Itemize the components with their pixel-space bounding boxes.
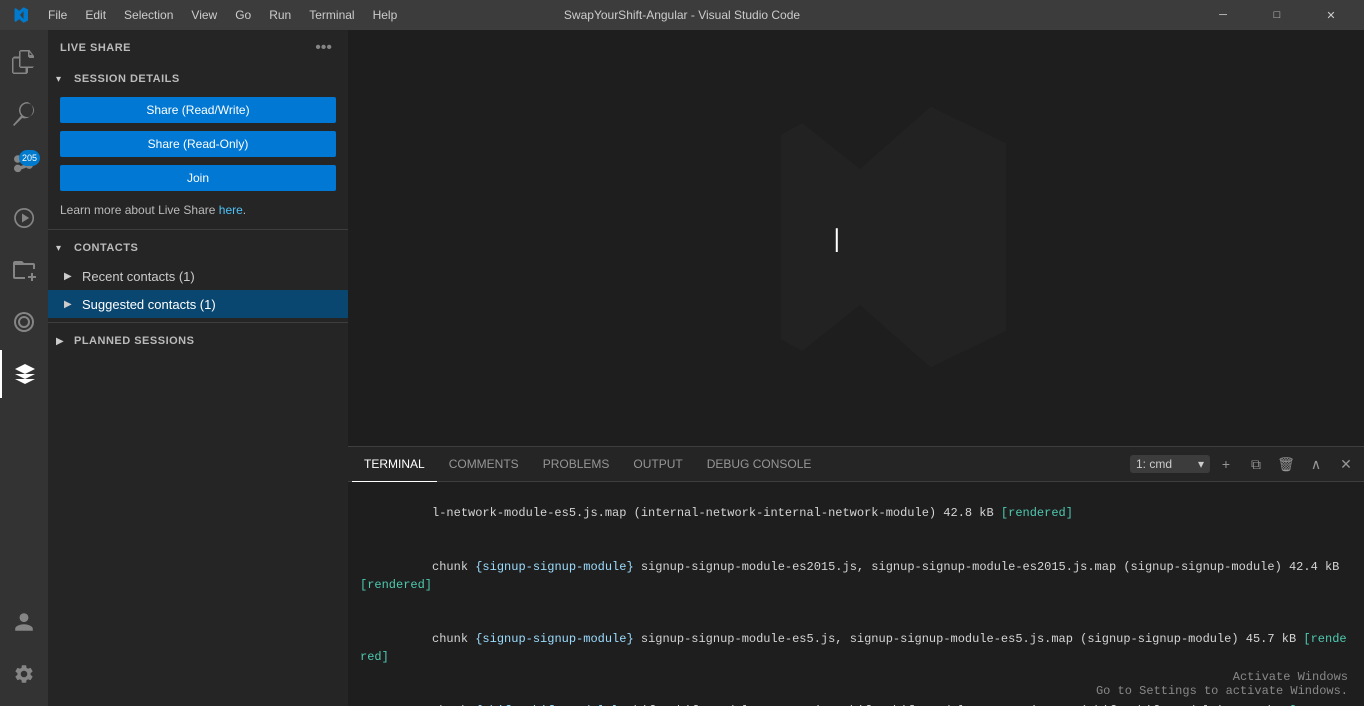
tab-terminal[interactable]: TERMINAL bbox=[352, 447, 437, 482]
activate-windows-line2: Go to Settings to activate Windows. bbox=[1096, 684, 1348, 698]
here-link[interactable]: here bbox=[219, 203, 243, 217]
menu-selection[interactable]: Selection bbox=[116, 6, 181, 24]
tab-problems[interactable]: PROBLEMS bbox=[531, 447, 622, 482]
trash-terminal-button[interactable]: 🗑 bbox=[1272, 452, 1300, 476]
term-line-0: l-network-module-es5.js.map (internal-ne… bbox=[360, 486, 1352, 540]
contacts-title: CONTACTS bbox=[74, 242, 138, 254]
terminal-panel: TERMINAL COMMENTS PROBLEMS OUTPUT DEBUG … bbox=[348, 446, 1364, 706]
menu-edit[interactable]: Edit bbox=[77, 6, 114, 24]
recent-contacts-item[interactable]: ▶ Recent contacts (1) bbox=[48, 262, 348, 290]
menu-help[interactable]: Help bbox=[365, 6, 406, 24]
recent-contacts-label: Recent contacts (1) bbox=[82, 269, 195, 284]
liveshare-activity-icon[interactable] bbox=[0, 350, 48, 398]
panel-more-button[interactable]: ••• bbox=[311, 37, 336, 59]
window-title: SwapYourShift-Angular - Visual Studio Co… bbox=[564, 8, 800, 22]
source-control-badge: 205 bbox=[19, 150, 40, 166]
menu-bar: File Edit Selection View Go Run Terminal… bbox=[40, 6, 405, 24]
panel-actions: ••• bbox=[311, 37, 336, 59]
activate-windows-line1: Activate Windows bbox=[1096, 670, 1348, 684]
terminal-instance-dropdown[interactable]: 1: cmd ▾ bbox=[1130, 455, 1210, 473]
tab-output[interactable]: OUTPUT bbox=[621, 447, 694, 482]
activate-windows-notice: Activate Windows Go to Settings to activ… bbox=[1096, 670, 1348, 698]
share-read-only-button[interactable]: Share (Read-Only) bbox=[60, 131, 336, 157]
terminal-close-button[interactable]: ✕ bbox=[1332, 452, 1360, 476]
extensions-activity-icon[interactable] bbox=[0, 246, 48, 294]
activity-bar: 205 bbox=[0, 30, 48, 706]
split-terminal-button[interactable]: ⧉ bbox=[1242, 452, 1270, 476]
search-activity-icon[interactable] bbox=[0, 90, 48, 138]
menu-terminal[interactable]: Terminal bbox=[301, 6, 362, 24]
section-divider bbox=[48, 229, 348, 230]
maximize-button[interactable]: □ bbox=[1254, 0, 1300, 30]
session-details-chevron-icon: ▾ bbox=[56, 74, 70, 85]
live-share-panel-header: LIVE SHARE ••• bbox=[48, 30, 348, 65]
window-controls: ─ □ ✕ bbox=[1200, 0, 1354, 30]
planned-sessions-chevron-icon: ▶ bbox=[56, 336, 70, 347]
settings-activity-icon[interactable] bbox=[0, 650, 48, 698]
explorer-activity-icon[interactable] bbox=[0, 38, 48, 86]
recent-contacts-chevron-icon: ▶ bbox=[64, 271, 78, 282]
tab-debug-console[interactable]: DEBUG CONSOLE bbox=[695, 447, 824, 482]
session-details-title: SESSION DETAILS bbox=[74, 73, 180, 85]
menu-view[interactable]: View bbox=[183, 6, 225, 24]
menu-go[interactable]: Go bbox=[227, 6, 259, 24]
session-details-header[interactable]: ▾ SESSION DETAILS bbox=[48, 65, 348, 93]
sidebar: LIVE SHARE ••• ▾ SESSION DETAILS Share (… bbox=[48, 30, 348, 706]
terminal-body[interactable]: l-network-module-es5.js.map (internal-ne… bbox=[348, 482, 1364, 706]
close-button[interactable]: ✕ bbox=[1308, 0, 1354, 30]
contacts-section-header[interactable]: ▾ CONTACTS bbox=[48, 234, 348, 262]
terminal-instance-label: 1: cmd bbox=[1136, 457, 1172, 471]
editor-content: ▏ bbox=[348, 30, 1364, 446]
vscode-watermark-icon bbox=[706, 87, 1006, 390]
planned-section-divider bbox=[48, 322, 348, 323]
run-activity-icon[interactable] bbox=[0, 194, 48, 242]
planned-sessions-title: PLANNED SESSIONS bbox=[74, 335, 194, 347]
title-bar: File Edit Selection View Go Run Terminal… bbox=[0, 0, 1364, 30]
editor-area: ▏ TERMINAL COMMENTS PROBLEMS OUTPUT DEBU… bbox=[348, 30, 1364, 706]
term-line-1: chunk {signup-signup-module} signup-sign… bbox=[360, 540, 1352, 612]
menu-run[interactable]: Run bbox=[261, 6, 299, 24]
source-control-activity-icon[interactable]: 205 bbox=[0, 142, 48, 190]
minimize-button[interactable]: ─ bbox=[1200, 0, 1246, 30]
tab-comments[interactable]: COMMENTS bbox=[437, 447, 531, 482]
activity-bar-bottom bbox=[0, 598, 48, 706]
planned-sessions-header[interactable]: ▶ PLANNED SESSIONS bbox=[48, 327, 348, 355]
add-terminal-button[interactable]: + bbox=[1212, 452, 1240, 476]
dropdown-chevron-icon: ▾ bbox=[1198, 457, 1204, 471]
vscode-logo-icon bbox=[10, 6, 28, 24]
account-activity-icon[interactable] bbox=[0, 598, 48, 646]
suggested-contacts-chevron-icon: ▶ bbox=[64, 299, 78, 310]
remote-activity-icon[interactable] bbox=[0, 298, 48, 346]
join-button[interactable]: Join bbox=[60, 165, 336, 191]
share-read-write-button[interactable]: Share (Read/Write) bbox=[60, 97, 336, 123]
live-share-title: LIVE SHARE bbox=[60, 42, 131, 54]
menu-file[interactable]: File bbox=[40, 6, 75, 24]
contacts-chevron-icon: ▾ bbox=[56, 243, 70, 254]
terminal-up-button[interactable]: ∧ bbox=[1302, 452, 1330, 476]
learn-more-text: Learn more about Live Share here. bbox=[48, 195, 348, 225]
suggested-contacts-label: Suggested contacts (1) bbox=[82, 297, 216, 312]
terminal-tab-bar: TERMINAL COMMENTS PROBLEMS OUTPUT DEBUG … bbox=[348, 447, 1364, 482]
cursor-indicator: ▏ bbox=[836, 228, 851, 253]
terminal-actions: 1: cmd ▾ + ⧉ 🗑 ∧ ✕ bbox=[1130, 452, 1360, 476]
suggested-contacts-item[interactable]: ▶ Suggested contacts (1) bbox=[48, 290, 348, 318]
main-area: 205 bbox=[0, 30, 1364, 706]
title-bar-left: File Edit Selection View Go Run Terminal… bbox=[10, 6, 405, 24]
